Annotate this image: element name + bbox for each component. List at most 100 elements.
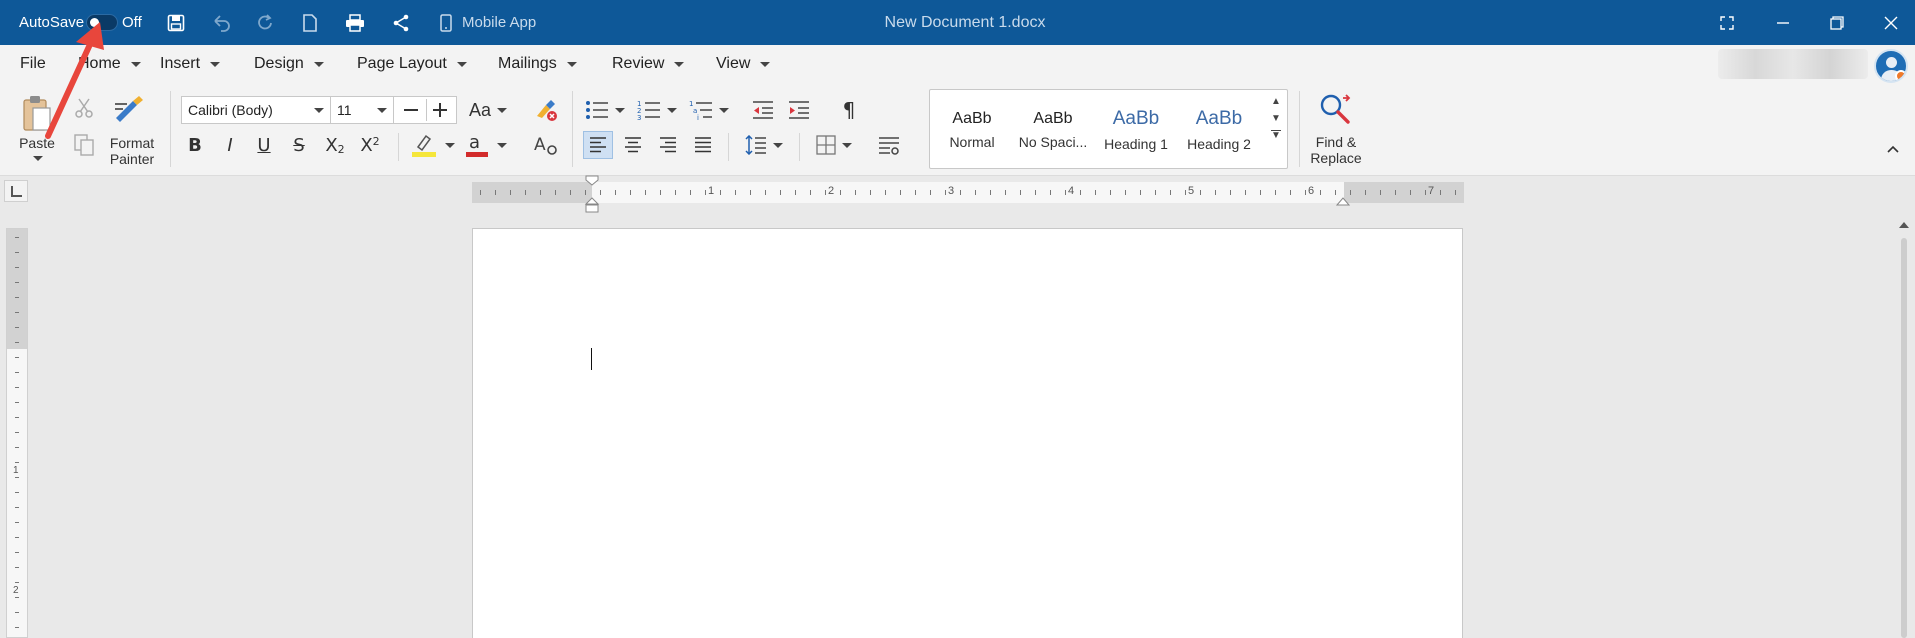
find-replace-label: Find & Replace [1310, 134, 1362, 166]
ruler-tick [930, 190, 931, 195]
menu-page-layout[interactable]: Page Layout [357, 45, 467, 83]
change-case-button[interactable]: Aa [466, 96, 510, 124]
ruler-tick [1050, 190, 1051, 195]
ruler-tick [540, 190, 541, 195]
font-color-icon: a [466, 132, 488, 157]
ruler-tick [615, 190, 616, 195]
ruler-tick [15, 567, 19, 568]
format-painter-button[interactable] [111, 95, 147, 125]
ruler-tick [15, 507, 19, 508]
bullets-button[interactable] [582, 96, 628, 124]
superscript-button[interactable]: X2 [355, 131, 385, 159]
show-formatting-marks-icon[interactable]: ¶ [834, 96, 864, 124]
menu-mailings[interactable]: Mailings [498, 45, 577, 83]
ruler-tick [780, 190, 781, 195]
account-name-blurred [1718, 49, 1868, 79]
first-line-indent-marker[interactable] [584, 174, 600, 214]
ruler-tick [15, 237, 19, 238]
fullscreen-icon[interactable] [1712, 0, 1742, 45]
font-size-dropdown[interactable]: 11 [330, 96, 394, 124]
restore-icon[interactable] [1822, 0, 1852, 45]
document-page[interactable] [472, 228, 1463, 638]
justify-button[interactable] [688, 131, 718, 159]
align-left-button[interactable] [583, 131, 613, 159]
strikethrough-button[interactable]: S [284, 131, 314, 159]
ruler-tick [1455, 190, 1456, 195]
menu-home[interactable]: Home [78, 45, 141, 83]
menu-design[interactable]: Design [254, 45, 324, 83]
minimize-icon[interactable] [1768, 0, 1798, 45]
ruler-tick [15, 402, 19, 403]
ruler-tick [735, 190, 736, 195]
paragraph-settings-icon[interactable] [874, 131, 904, 159]
scrollbar-thumb[interactable] [1901, 238, 1907, 638]
bold-button[interactable]: B [180, 131, 210, 159]
paste-dropdown[interactable] [31, 153, 45, 163]
scroll-up-icon[interactable] [1899, 222, 1909, 228]
numbering-button[interactable]: 123 [634, 96, 680, 124]
ruler-tick [1020, 190, 1021, 195]
paste-button[interactable] [18, 91, 56, 135]
text-effects-icon[interactable]: A [531, 131, 561, 159]
ruler-tick [15, 597, 19, 598]
styles-gallery: AaBb Normal AaBb No Spaci... AaBb Headin… [929, 89, 1288, 169]
right-indent-marker[interactable] [1336, 196, 1350, 206]
bullet-list-icon [586, 101, 608, 119]
ruler-tick [720, 190, 721, 195]
multilevel-list-button[interactable]: 1ai [686, 96, 732, 124]
styles-scroll-up-icon[interactable]: ▲ [1271, 96, 1281, 107]
font-size-stepper[interactable] [393, 96, 457, 124]
menu-file[interactable]: File [20, 45, 46, 83]
line-spacing-icon [745, 135, 766, 155]
ruler-tick [1275, 190, 1276, 195]
styles-expand-icon[interactable]: ▼ [1271, 130, 1281, 141]
ruler-tick [765, 190, 766, 195]
styles-scroll-down-icon[interactable]: ▼ [1271, 113, 1281, 124]
menu-insert[interactable]: Insert [160, 45, 221, 83]
ruler-tick [1425, 190, 1426, 195]
line-spacing-button[interactable] [742, 131, 786, 159]
menu-view[interactable]: View [716, 45, 771, 83]
cut-icon[interactable] [72, 97, 96, 119]
underline-button[interactable]: U [249, 131, 279, 159]
style-no-spacing[interactable]: AaBb No Spaci... [1012, 90, 1094, 170]
align-center-button[interactable] [618, 131, 648, 159]
ruler-tick [1200, 190, 1201, 195]
close-icon[interactable] [1876, 0, 1906, 45]
ruler-tick [1440, 190, 1441, 195]
find-replace-button[interactable] [1316, 91, 1356, 127]
increase-indent-icon[interactable] [784, 96, 814, 124]
align-left-icon [590, 137, 606, 153]
horizontal-ruler[interactable]: 1 2 3 4 5 6 7 [472, 182, 1464, 203]
highlight-color-button[interactable] [408, 131, 458, 159]
collapse-ribbon-icon[interactable] [1884, 141, 1902, 157]
style-normal[interactable]: AaBb Normal [938, 90, 1006, 170]
vertical-ruler[interactable]: 1 2 [6, 228, 28, 638]
align-right-button[interactable] [653, 131, 683, 159]
tab-selector-button[interactable] [4, 180, 28, 202]
ruler-tick [15, 477, 19, 478]
ruler-tick [960, 190, 961, 195]
ruler-tick [15, 342, 19, 343]
decrease-font-size-button[interactable] [404, 109, 418, 111]
subscript-button[interactable]: X2 [320, 131, 350, 159]
ruler-tick [795, 190, 796, 195]
italic-button[interactable]: I [215, 131, 245, 159]
menu-review[interactable]: Review [612, 45, 685, 83]
ruler-tick [15, 432, 19, 433]
vertical-scrollbar[interactable] [1897, 222, 1911, 638]
ruler-tick [1080, 190, 1081, 195]
paintbrush-icon [115, 96, 143, 122]
style-heading-2[interactable]: AaBb Heading 2 [1180, 90, 1258, 170]
borders-button[interactable] [812, 131, 856, 159]
style-heading-1[interactable]: AaBb Heading 1 [1098, 90, 1174, 170]
copy-icon[interactable] [72, 133, 96, 157]
ruler-tick [975, 190, 976, 195]
decrease-indent-icon[interactable] [748, 96, 778, 124]
ruler-tick [1350, 190, 1351, 195]
ruler-tick [15, 327, 19, 328]
clear-formatting-icon[interactable] [532, 96, 560, 124]
font-name-dropdown[interactable]: Calibri (Body) [181, 96, 331, 124]
font-color-button[interactable]: a [464, 131, 508, 159]
avatar[interactable] [1874, 49, 1908, 83]
